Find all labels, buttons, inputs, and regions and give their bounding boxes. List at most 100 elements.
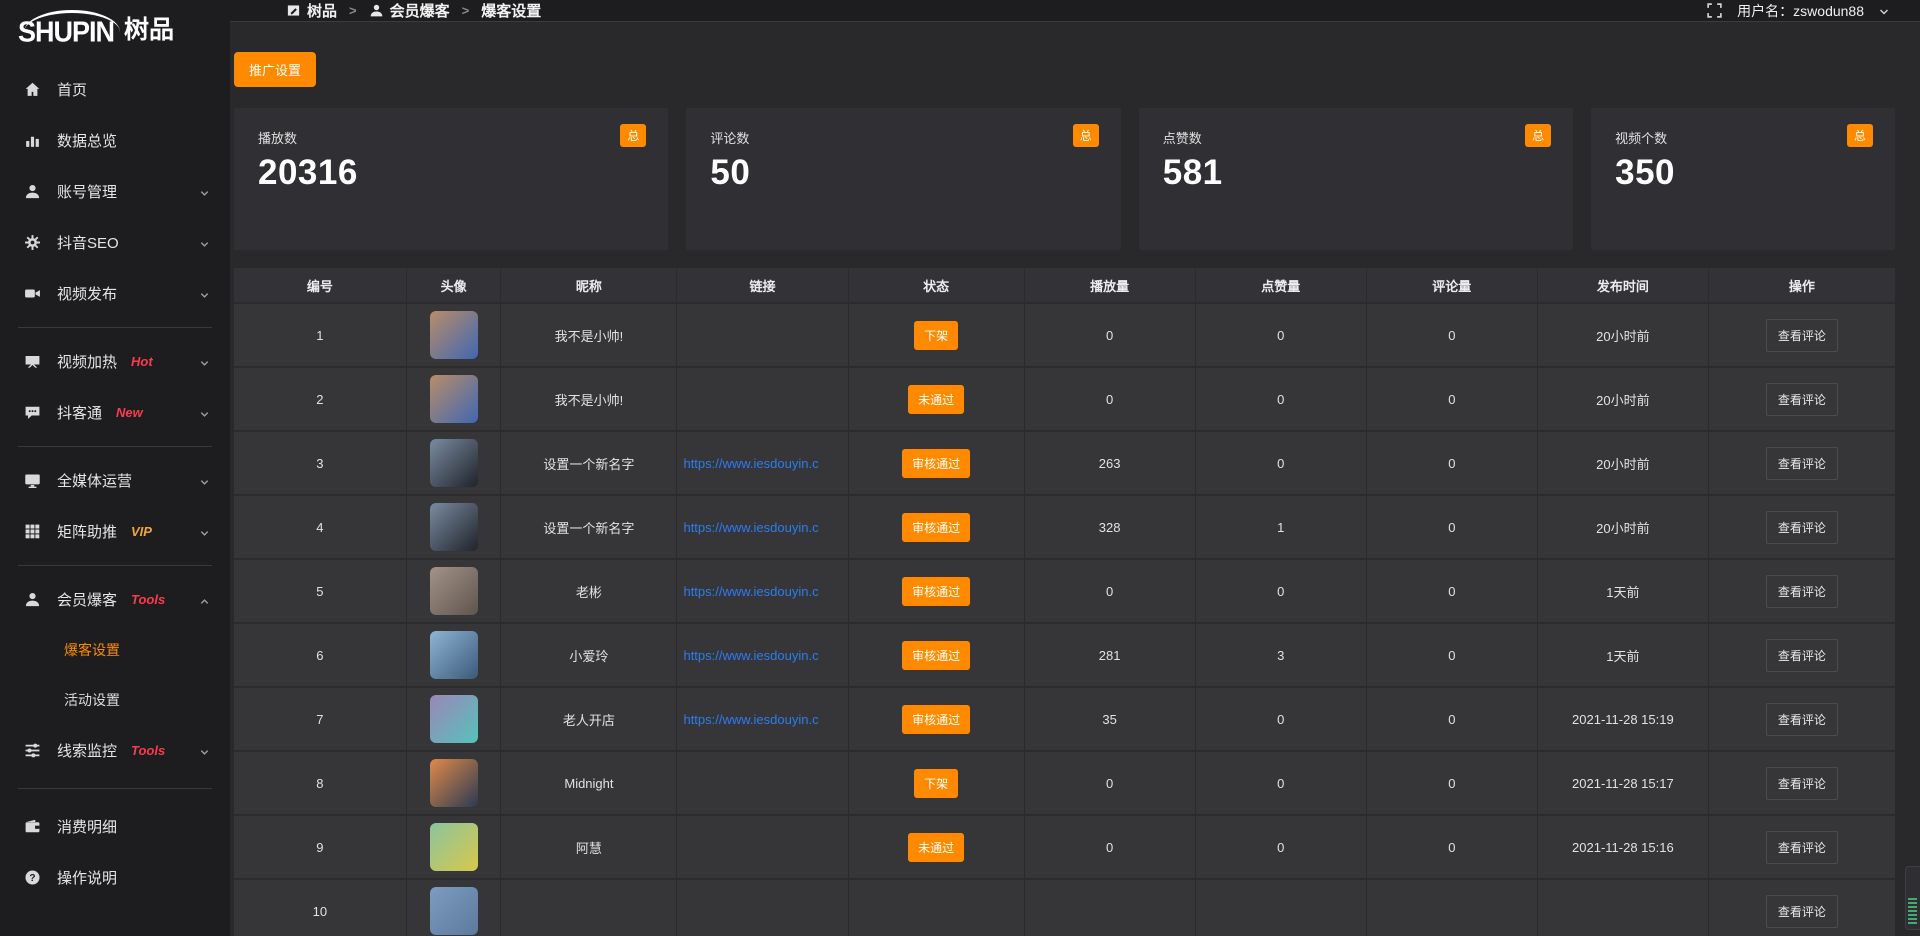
chevron-down-icon — [199, 186, 210, 197]
status-badge[interactable]: 下架 — [914, 321, 958, 350]
sidebar-item-label: 矩阵助推 — [57, 521, 117, 542]
view-comments-button[interactable]: 查看评论 — [1766, 447, 1838, 480]
sidebar-item-数据总览[interactable]: 数据总览 — [0, 115, 230, 166]
sidebar-subitem-爆客设置[interactable]: 爆客设置 — [0, 625, 230, 675]
col-header-time: 发布时间 — [1538, 268, 1709, 302]
cell-link — [677, 816, 848, 878]
profile-link[interactable]: https://www.iesdouyin.c — [683, 456, 818, 471]
view-comments-button[interactable]: 查看评论 — [1766, 575, 1838, 608]
profile-link[interactable]: https://www.iesdouyin.c — [683, 520, 818, 535]
sidebar-item-label: 线索监控 — [57, 740, 117, 761]
sidebar-item-首页[interactable]: 首页 — [0, 64, 230, 115]
sidebar-item-badge: Tools — [131, 743, 165, 758]
profile-link[interactable]: https://www.iesdouyin.c — [683, 648, 818, 663]
cell-comments: 0 — [1367, 624, 1538, 686]
view-comments-button[interactable]: 查看评论 — [1766, 319, 1838, 352]
sidebar-item-label: 视频加热 — [57, 351, 117, 372]
sidebar-item-矩阵助推[interactable]: 矩阵助推 VIP — [0, 506, 230, 557]
cell-avatar — [407, 560, 502, 622]
cell-plays — [1025, 880, 1196, 936]
status-badge[interactable]: 审核通过 — [902, 449, 970, 478]
view-comments-button[interactable]: 查看评论 — [1766, 511, 1838, 544]
view-comments-button[interactable]: 查看评论 — [1766, 895, 1838, 928]
cell-avatar — [407, 880, 502, 936]
chevron-down-icon — [199, 526, 210, 537]
sidebar-item-会员爆客[interactable]: 会员爆客Tools — [0, 574, 230, 625]
avatar — [430, 887, 478, 935]
chevron-down-icon — [199, 745, 210, 756]
status-badge[interactable]: 审核通过 — [902, 705, 970, 734]
cell-link: https://www.iesdouyin.c — [677, 432, 848, 494]
view-comments-button[interactable]: 查看评论 — [1766, 703, 1838, 736]
view-comments-button[interactable]: 查看评论 — [1766, 767, 1838, 800]
cell-avatar — [407, 816, 502, 878]
breadcrumb-item-home[interactable]: 树品 — [286, 0, 337, 21]
col-header-avatar: 头像 — [407, 268, 502, 302]
cell-actions: 查看评论 — [1709, 368, 1895, 430]
sidebar-divider — [18, 446, 212, 447]
status-badge[interactable]: 未通过 — [908, 833, 964, 862]
status-badge[interactable]: 下架 — [914, 769, 958, 798]
sidebar-item-全媒体运营[interactable]: 全媒体运营 — [0, 455, 230, 506]
status-badge[interactable]: 审核通过 — [902, 513, 970, 542]
breadcrumb-label: 爆客设置 — [481, 0, 541, 21]
stat-value: 50 — [710, 153, 1096, 193]
sidebar-item-账号管理[interactable]: 账号管理 — [0, 166, 230, 217]
cell-link: https://www.iesdouyin.c — [677, 688, 848, 750]
cell-time — [1538, 880, 1709, 936]
sidebar-item-视频发布[interactable]: 视频发布 — [0, 268, 230, 319]
profile-link[interactable]: https://www.iesdouyin.c — [683, 712, 818, 727]
cell-comments: 0 — [1367, 816, 1538, 878]
floating-widget[interactable] — [1905, 866, 1920, 930]
sidebar-item-操作说明[interactable]: ? 操作说明 — [0, 852, 230, 903]
cell-avatar — [407, 624, 502, 686]
sidebar-item-badge: New — [116, 405, 143, 420]
status-badge[interactable]: 审核通过 — [902, 577, 970, 606]
cell-status — [849, 880, 1025, 936]
table-row: 10查看评论 — [234, 880, 1895, 936]
content: 推广设置 播放数 20316 总 评论数 50 总 点赞数 581 总 — [230, 22, 1920, 936]
breadcrumb-label: 树品 — [307, 0, 337, 21]
cell-id: 8 — [234, 752, 407, 814]
sidebar-subitem-活动设置[interactable]: 活动设置 — [0, 675, 230, 725]
app-logo[interactable]: SHUPIN 树品 — [0, 0, 230, 56]
sidebar-item-抖音SEO[interactable]: 抖音SEO — [0, 217, 230, 268]
view-comments-button[interactable]: 查看评论 — [1766, 383, 1838, 416]
cell-comments: 0 — [1367, 496, 1538, 558]
cell-comments — [1367, 880, 1538, 936]
cell-plays: 281 — [1025, 624, 1196, 686]
cell-id: 9 — [234, 816, 407, 878]
fullscreen-icon[interactable] — [1706, 2, 1723, 19]
sidebar-item-线索监控[interactable]: 线索监控 Tools — [0, 725, 230, 776]
cell-nickname: 设置一个新名字 — [501, 432, 677, 494]
profile-link[interactable]: https://www.iesdouyin.c — [683, 584, 818, 599]
promo-settings-button[interactable]: 推广设置 — [234, 52, 316, 87]
breadcrumb-separator: > — [349, 3, 357, 18]
sidebar-item-视频加热[interactable]: 视频加热Hot — [0, 336, 230, 387]
svg-text:?: ? — [29, 873, 35, 884]
chevron-down-icon — [199, 288, 210, 299]
status-badge[interactable]: 审核通过 — [902, 641, 970, 670]
cell-nickname: 老人开店 — [501, 688, 677, 750]
table-body: 1我不是小帅!下架00020小时前查看评论2我不是小帅!未通过00020小时前查… — [234, 304, 1895, 936]
cell-likes: 0 — [1196, 304, 1367, 366]
sidebar-item-抖客通[interactable]: 抖客通New — [0, 387, 230, 438]
help-icon: ? — [24, 869, 41, 886]
sidebar-item-消费明细[interactable]: 消费明细 — [0, 801, 230, 852]
sidebar-item-label: 操作说明 — [57, 867, 117, 888]
view-comments-button[interactable]: 查看评论 — [1766, 831, 1838, 864]
cell-plays: 328 — [1025, 496, 1196, 558]
username[interactable]: 用户名：zswodun88 — [1737, 1, 1864, 21]
cell-comments: 0 — [1367, 368, 1538, 430]
sidebar-item-badge: VIP — [131, 524, 152, 539]
table-row: 8Midnight下架0002021-11-28 15:17查看评论 — [234, 752, 1895, 816]
breadcrumb-item-member[interactable]: 会员爆客 — [369, 0, 450, 21]
chart-icon — [24, 132, 41, 149]
view-comments-button[interactable]: 查看评论 — [1766, 639, 1838, 672]
table-row: 2我不是小帅!未通过00020小时前查看评论 — [234, 368, 1895, 432]
chevron-down-icon[interactable] — [1878, 5, 1890, 17]
cell-id: 4 — [234, 496, 407, 558]
breadcrumb: 树品 > 会员爆客 > 爆客设置 — [286, 0, 541, 21]
cell-link — [677, 880, 848, 936]
status-badge[interactable]: 未通过 — [908, 385, 964, 414]
